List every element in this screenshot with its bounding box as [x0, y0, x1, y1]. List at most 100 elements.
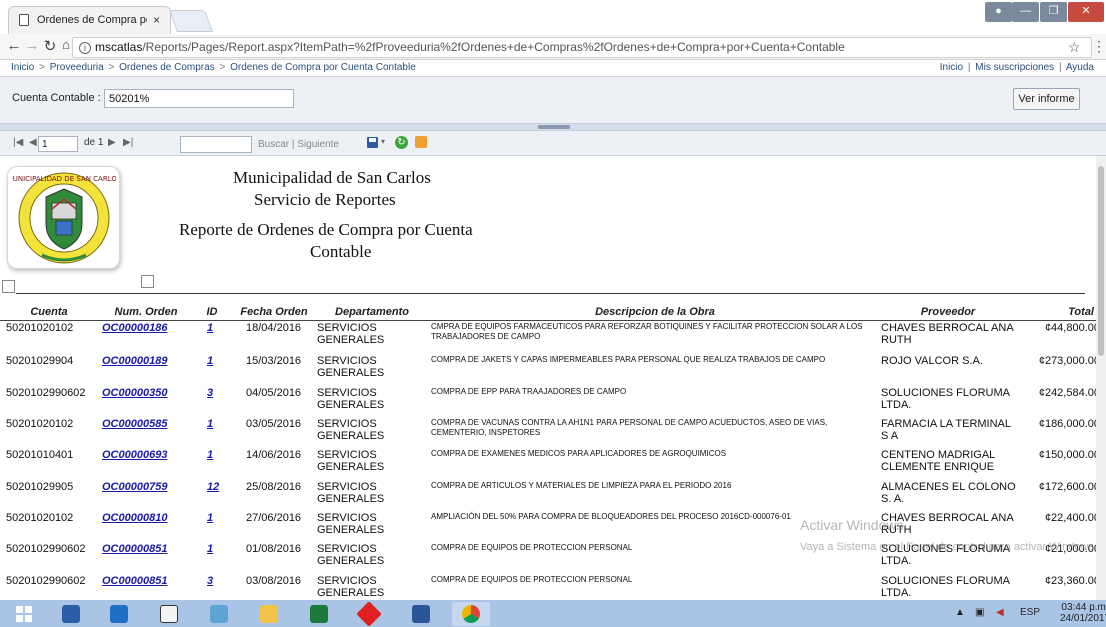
browser-tab[interactable]: Ordenes de Compra por Cu × [8, 6, 171, 34]
volume-icon[interactable]: ◀ [996, 607, 1004, 618]
cell-descripcion: COMPRA DE EPP PARA TRAAJADORES DE CAMPO [431, 387, 627, 396]
breadcrumb-separator: > [39, 62, 45, 73]
bookmark-star-icon[interactable]: ☆ [1068, 39, 1081, 56]
word-icon[interactable] [402, 602, 440, 626]
cell-fecha: 03/05/2016 [246, 418, 302, 430]
network-tray-icon[interactable]: ▣ [975, 607, 984, 618]
breadcrumb-current-report[interactable]: Ordenes de Compra por Cuenta Contable [230, 62, 416, 73]
find-input[interactable] [180, 136, 252, 153]
url-field[interactable]: i mscatlas/Reports/Pages/Report.aspx?Item… [72, 37, 1092, 58]
acrobat-icon[interactable] [350, 601, 388, 627]
splitter-grip[interactable] [538, 125, 570, 129]
cell-num-orden-link[interactable]: OC00000851 [102, 543, 182, 555]
next-page-icon[interactable]: ▶ [108, 137, 116, 148]
cell-num-orden-link[interactable]: OC00000189 [102, 355, 182, 367]
col-header-departamento: Departamento [335, 306, 409, 318]
cell-id-link[interactable]: 1 [207, 355, 223, 367]
export-save-icon[interactable] [367, 137, 378, 148]
ver-informe-button[interactable]: Ver informe [1013, 88, 1080, 110]
cell-num-orden-link[interactable]: OC00000585 [102, 418, 182, 430]
export-dropdown-icon[interactable]: ▾ [381, 137, 385, 146]
windows-start-icon[interactable] [4, 603, 44, 625]
folder-icon[interactable] [250, 602, 288, 626]
cell-id-link[interactable]: 12 [207, 481, 223, 493]
breadcrumb-ordenes-compras[interactable]: Ordenes de Compras [119, 62, 215, 73]
table-row: 50201020102 OC00000585 1 03/05/2016 SERVICIO… [0, 418, 1106, 452]
data-feed-icon[interactable] [415, 136, 427, 148]
cell-num-orden-link[interactable]: OC00000851 [102, 575, 182, 587]
report-toolbar: |◀ ◀ de 1 ▶ ▶| Buscar | Siguiente ▾ ↻ [0, 131, 1106, 156]
network-icon[interactable] [200, 602, 238, 626]
col-header-id: ID [206, 306, 218, 318]
breadcrumb-proveeduria[interactable]: Proveeduria [50, 62, 104, 73]
cell-cuenta: 50201020102 [6, 322, 74, 334]
cell-fecha: 15/03/2016 [246, 355, 302, 367]
browser-menu-icon[interactable]: ⋮ [1092, 38, 1106, 55]
new-tab-button[interactable] [168, 10, 214, 32]
next-link[interactable]: Siguiente [297, 139, 339, 150]
cell-id-link[interactable]: 1 [207, 449, 223, 461]
cell-fecha: 14/06/2016 [246, 449, 302, 461]
forward-icon[interactable]: → [22, 37, 42, 54]
cell-fecha: 25/08/2016 [246, 481, 302, 493]
cell-id-link[interactable]: 1 [207, 543, 223, 555]
cell-num-orden-link[interactable]: OC00000810 [102, 512, 182, 524]
excel-icon[interactable] [300, 602, 338, 626]
page-number-input[interactable] [38, 136, 78, 152]
last-page-icon[interactable]: ▶| [123, 137, 133, 148]
cell-fecha: 18/04/2016 [246, 322, 302, 334]
browser-titlebar: Ordenes de Compra por Cu × ● — ❐ ✕ [0, 0, 1106, 34]
info-icon[interactable]: i [79, 42, 91, 54]
chrome-icon[interactable] [452, 602, 490, 626]
clock-time: 03:44 p.m. [1061, 602, 1106, 613]
parameter-area: Cuenta Contable : Ver informe [0, 77, 1106, 124]
maximize-button[interactable]: ❐ [1040, 2, 1067, 22]
tray-arrow-icon[interactable]: ▲ [955, 607, 965, 618]
org-name: Municipalidad de San Carlos [233, 168, 431, 187]
refresh-icon[interactable]: ↻ [395, 136, 408, 149]
breadcrumb-separator: > [108, 62, 115, 73]
breadcrumb: Inicio > Proveeduria > Ordenes de Compra… [0, 60, 1106, 77]
scrollbar-thumb[interactable] [1098, 166, 1104, 356]
back-icon[interactable]: ← [4, 37, 24, 54]
cell-total: ¢273,000.00 [1038, 355, 1100, 367]
close-window-button[interactable]: ✕ [1068, 2, 1104, 22]
cell-num-orden-link[interactable]: OC00000759 [102, 481, 182, 493]
cell-id-link[interactable]: 3 [207, 575, 223, 587]
cell-num-orden-link[interactable]: OC00000693 [102, 449, 182, 461]
system-clock[interactable]: 03:44 p.m. 24/01/2017 [1060, 602, 1106, 624]
svg-text:MUNICIPALIDAD DE SAN CARLOS: MUNICIPALIDAD DE SAN CARLOS [12, 175, 116, 183]
powershell-icon[interactable] [52, 602, 90, 626]
cell-cuenta: 50201020102 [6, 418, 74, 430]
outlook-icon[interactable] [100, 602, 138, 626]
cell-id-link[interactable]: 3 [207, 387, 223, 399]
col-header-num-orden: Num. Orden [114, 306, 178, 318]
cell-num-orden-link[interactable]: OC00000186 [102, 322, 182, 334]
user-icon[interactable]: ● [985, 2, 1012, 22]
tab-close-icon[interactable]: × [153, 13, 160, 27]
cell-departamento: SERVICIOS GENERALES [317, 575, 385, 599]
breadcrumb-inicio[interactable]: Inicio [11, 62, 34, 73]
cell-departamento: SERVICIOS GENERALES [317, 418, 385, 442]
link-ayuda[interactable]: Ayuda [1066, 62, 1094, 73]
col-header-total: Total [1068, 306, 1094, 318]
cell-id-link[interactable]: 1 [207, 418, 223, 430]
first-page-icon[interactable]: |◀ [13, 137, 23, 148]
explorer-window-icon[interactable] [150, 602, 188, 626]
language-indicator[interactable]: ESP [1020, 607, 1040, 618]
cell-departamento: SERVICIOS GENERALES [317, 387, 385, 411]
prev-page-icon[interactable]: ◀ [29, 137, 37, 148]
cell-id-link[interactable]: 1 [207, 322, 223, 334]
cell-num-orden-link[interactable]: OC00000350 [102, 387, 182, 399]
cuenta-contable-input[interactable] [104, 89, 294, 108]
parameter-splitter[interactable] [0, 124, 1106, 131]
find-link[interactable]: Buscar [258, 139, 289, 150]
taskbar: ▲ ▣ ◀ ESP 03:44 p.m. 24/01/2017 [0, 600, 1106, 627]
vertical-scrollbar[interactable] [1096, 156, 1106, 600]
link-mis-suscripciones[interactable]: Mis suscripciones [975, 62, 1054, 73]
minimize-button[interactable]: — [1012, 2, 1039, 22]
find-controls: Buscar | Siguiente [258, 139, 339, 150]
cell-fecha: 03/08/2016 [246, 575, 302, 587]
cell-id-link[interactable]: 1 [207, 512, 223, 524]
link-inicio[interactable]: Inicio [940, 62, 963, 73]
